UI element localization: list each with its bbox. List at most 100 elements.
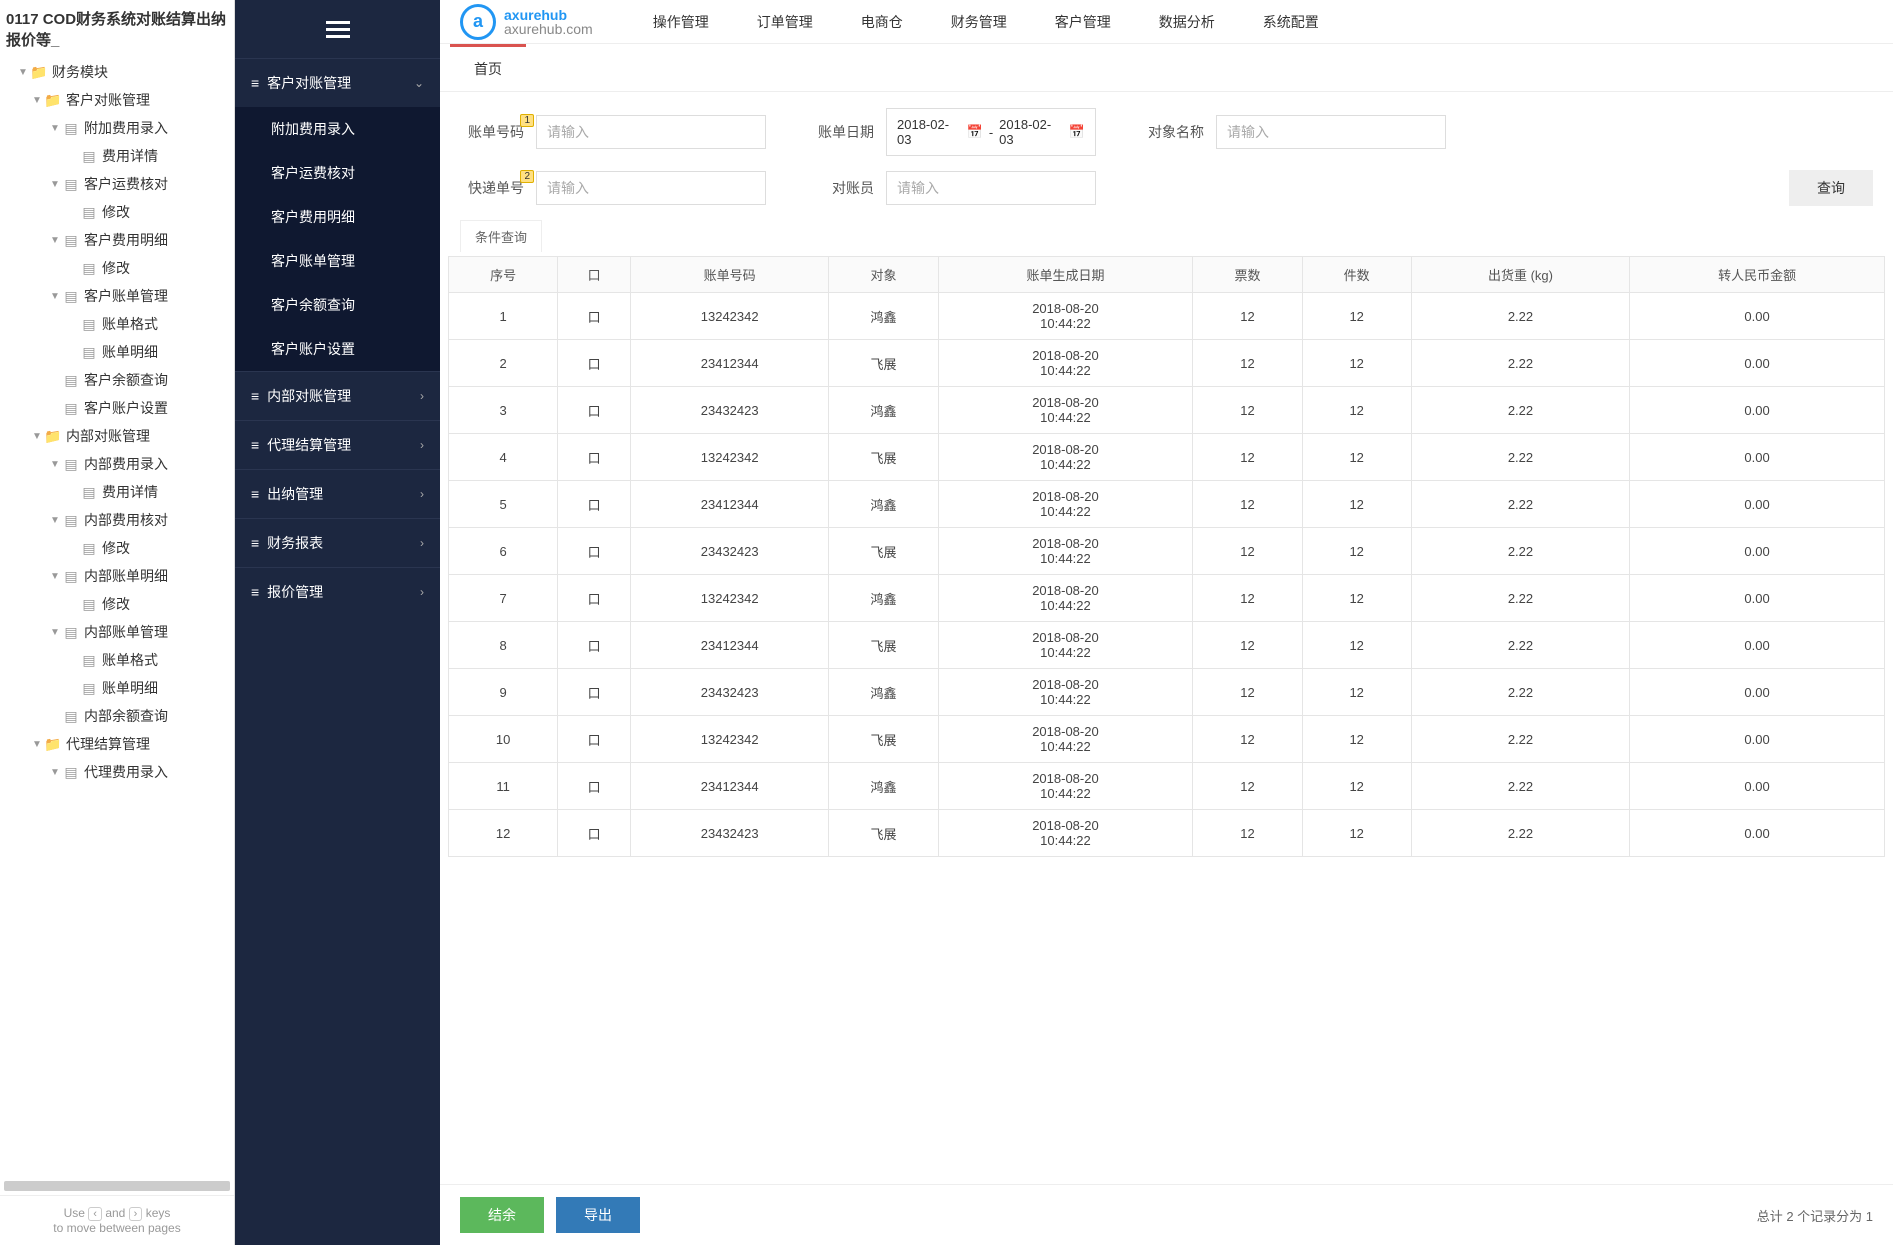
tree-node[interactable]: ▼📁客户对账管理	[4, 86, 230, 114]
caret-icon: ▼	[16, 67, 30, 78]
table-header: 转人民币金额	[1630, 257, 1885, 293]
tree-node[interactable]: ▼▤客户账单管理	[4, 282, 230, 310]
object-input[interactable]	[1216, 115, 1446, 149]
top-nav-item[interactable]: 数据分析	[1159, 12, 1215, 32]
top-nav-item[interactable]: 客户管理	[1055, 12, 1111, 32]
date-range-picker[interactable]: 2018-02-03 📅 - 2018-02-03 📅	[886, 108, 1096, 156]
tree-node[interactable]: ▼📁财务模块	[4, 58, 230, 86]
top-nav-item[interactable]: 电商仓	[861, 12, 903, 32]
tree-node[interactable]: ▼▤附加费用录入	[4, 114, 230, 142]
table-cell: 13242342	[631, 434, 829, 481]
top-nav-item[interactable]: 系统配置	[1263, 12, 1319, 32]
page-icon: ▤	[80, 260, 98, 277]
caret-icon: ▼	[48, 571, 62, 582]
top-nav-item[interactable]: 订单管理	[757, 12, 813, 32]
sidebar-group[interactable]: ≡客户对账管理⌄	[235, 58, 440, 107]
table-row[interactable]: 5口23412344鸿鑫2018-08-2010:44:2212122.220.…	[449, 481, 1885, 528]
caret-icon: ▼	[48, 515, 62, 526]
sidebar-subitem[interactable]: 客户费用明细	[235, 195, 440, 239]
sidebar-subitem[interactable]: 客户账户设置	[235, 327, 440, 371]
sidebar-group[interactable]: ≡报价管理›	[235, 567, 440, 616]
table-row[interactable]: 8口23412344飞展2018-08-2010:44:2212122.220.…	[449, 622, 1885, 669]
tree-node[interactable]: ▤账单明细	[4, 338, 230, 366]
table-cell: 飞展	[829, 810, 938, 857]
table-cell: 12	[1302, 481, 1411, 528]
express-no-input[interactable]	[536, 171, 766, 205]
tree-node[interactable]: ▤内部余额查询	[4, 702, 230, 730]
table-row[interactable]: 10口13242342飞展2018-08-2010:44:2212122.220…	[449, 716, 1885, 763]
tree-node[interactable]: ▼▤代理费用录入	[4, 758, 230, 786]
sidebar-group[interactable]: ≡内部对账管理›	[235, 371, 440, 420]
folder-icon: 📁	[44, 92, 62, 109]
tree-node[interactable]: ▤修改	[4, 198, 230, 226]
table-cell: 12	[1302, 387, 1411, 434]
table-cell: 2018-08-2010:44:22	[938, 622, 1193, 669]
tree-node[interactable]: ▤账单格式	[4, 310, 230, 338]
table-cell: 鸿鑫	[829, 669, 938, 716]
table-cell: 3	[449, 387, 558, 434]
sidebar-subitem[interactable]: 客户账单管理	[235, 239, 440, 283]
table-header: 对象	[829, 257, 938, 293]
tree-node[interactable]: ▼📁内部对账管理	[4, 422, 230, 450]
tree-node[interactable]: ▼📁代理结算管理	[4, 730, 230, 758]
search-button[interactable]: 查询	[1789, 170, 1873, 206]
tree-node[interactable]: ▼▤内部账单明细	[4, 562, 230, 590]
table-cell: 2018-08-2010:44:22	[938, 528, 1193, 575]
sidebar-toggle[interactable]	[235, 0, 440, 58]
tree-node[interactable]: ▤修改	[4, 254, 230, 282]
table-row[interactable]: 11口23412344鸿鑫2018-08-2010:44:2212122.220…	[449, 763, 1885, 810]
tree-node[interactable]: ▤费用详情	[4, 142, 230, 170]
tree-label: 内部账单明细	[84, 566, 168, 586]
scrollbar-stub[interactable]	[4, 1181, 230, 1191]
sidebar-subitem[interactable]: 附加费用录入	[235, 107, 440, 151]
tree-node[interactable]: ▤账单格式	[4, 646, 230, 674]
table-row[interactable]: 9口23432423鸿鑫2018-08-2010:44:2212122.220.…	[449, 669, 1885, 716]
express-no-label: 快递单号2	[460, 178, 524, 198]
bill-no-input[interactable]	[536, 115, 766, 149]
settle-button[interactable]: 结余	[460, 1197, 544, 1233]
tree-node[interactable]: ▤修改	[4, 534, 230, 562]
table-cell: 2018-08-2010:44:22	[938, 669, 1193, 716]
tree-node[interactable]: ▤客户余额查询	[4, 366, 230, 394]
table-row[interactable]: 4口13242342飞展2018-08-2010:44:2212122.220.…	[449, 434, 1885, 481]
tree-node[interactable]: ▤账单明细	[4, 674, 230, 702]
tree-node[interactable]: ▼▤内部费用录入	[4, 450, 230, 478]
tree-node[interactable]: ▼▤内部费用核对	[4, 506, 230, 534]
table-cell: 口	[558, 528, 631, 575]
tree-node[interactable]: ▤客户账户设置	[4, 394, 230, 422]
tree-node[interactable]: ▼▤内部账单管理	[4, 618, 230, 646]
sidebar-group[interactable]: ≡代理结算管理›	[235, 420, 440, 469]
sidebar-subitem[interactable]: 客户运费核对	[235, 151, 440, 195]
table-row[interactable]: 12口23432423飞展2018-08-2010:44:2212122.220…	[449, 810, 1885, 857]
table-row[interactable]: 1口13242342鸿鑫2018-08-2010:44:2212122.220.…	[449, 293, 1885, 340]
table-row[interactable]: 2口23412344飞展2018-08-2010:44:2212122.220.…	[449, 340, 1885, 387]
condition-query-tab[interactable]: 条件查询	[460, 220, 542, 252]
sidebar-group[interactable]: ≡出纳管理›	[235, 469, 440, 518]
page-icon: ▤	[80, 344, 98, 361]
tree-node[interactable]: ▤修改	[4, 590, 230, 618]
table-cell: 2018-08-2010:44:22	[938, 434, 1193, 481]
tree-node[interactable]: ▼▤客户费用明细	[4, 226, 230, 254]
table-row[interactable]: 7口13242342鸿鑫2018-08-2010:44:2212122.220.…	[449, 575, 1885, 622]
tree-label: 账单明细	[102, 342, 158, 362]
top-nav-item[interactable]: 操作管理	[653, 12, 709, 32]
sidebar-subitem[interactable]: 客户余额查询	[235, 283, 440, 327]
tree-node[interactable]: ▼▤客户运费核对	[4, 170, 230, 198]
table-cell: 12	[1193, 528, 1302, 575]
logo[interactable]: a axurehub axurehub.com	[460, 4, 593, 40]
tab-home[interactable]: 首页	[450, 44, 526, 91]
table-row[interactable]: 6口23432423飞展2018-08-2010:44:2212122.220.…	[449, 528, 1885, 575]
checker-input[interactable]	[886, 171, 1096, 205]
table-cell: 12	[1302, 716, 1411, 763]
table-cell: 12	[1193, 481, 1302, 528]
export-button[interactable]: 导出	[556, 1197, 640, 1233]
tree-node[interactable]: ▤费用详情	[4, 478, 230, 506]
caret-icon: ▼	[48, 767, 62, 778]
tree-label: 客户余额查询	[84, 370, 168, 390]
chevron-right-icon: ›	[420, 585, 424, 599]
top-nav-item[interactable]: 财务管理	[951, 12, 1007, 32]
sidebar-group[interactable]: ≡财务报表›	[235, 518, 440, 567]
table-cell: 23432423	[631, 669, 829, 716]
table-row[interactable]: 3口23432423鸿鑫2018-08-2010:44:2212122.220.…	[449, 387, 1885, 434]
table-cell: 12	[1193, 340, 1302, 387]
